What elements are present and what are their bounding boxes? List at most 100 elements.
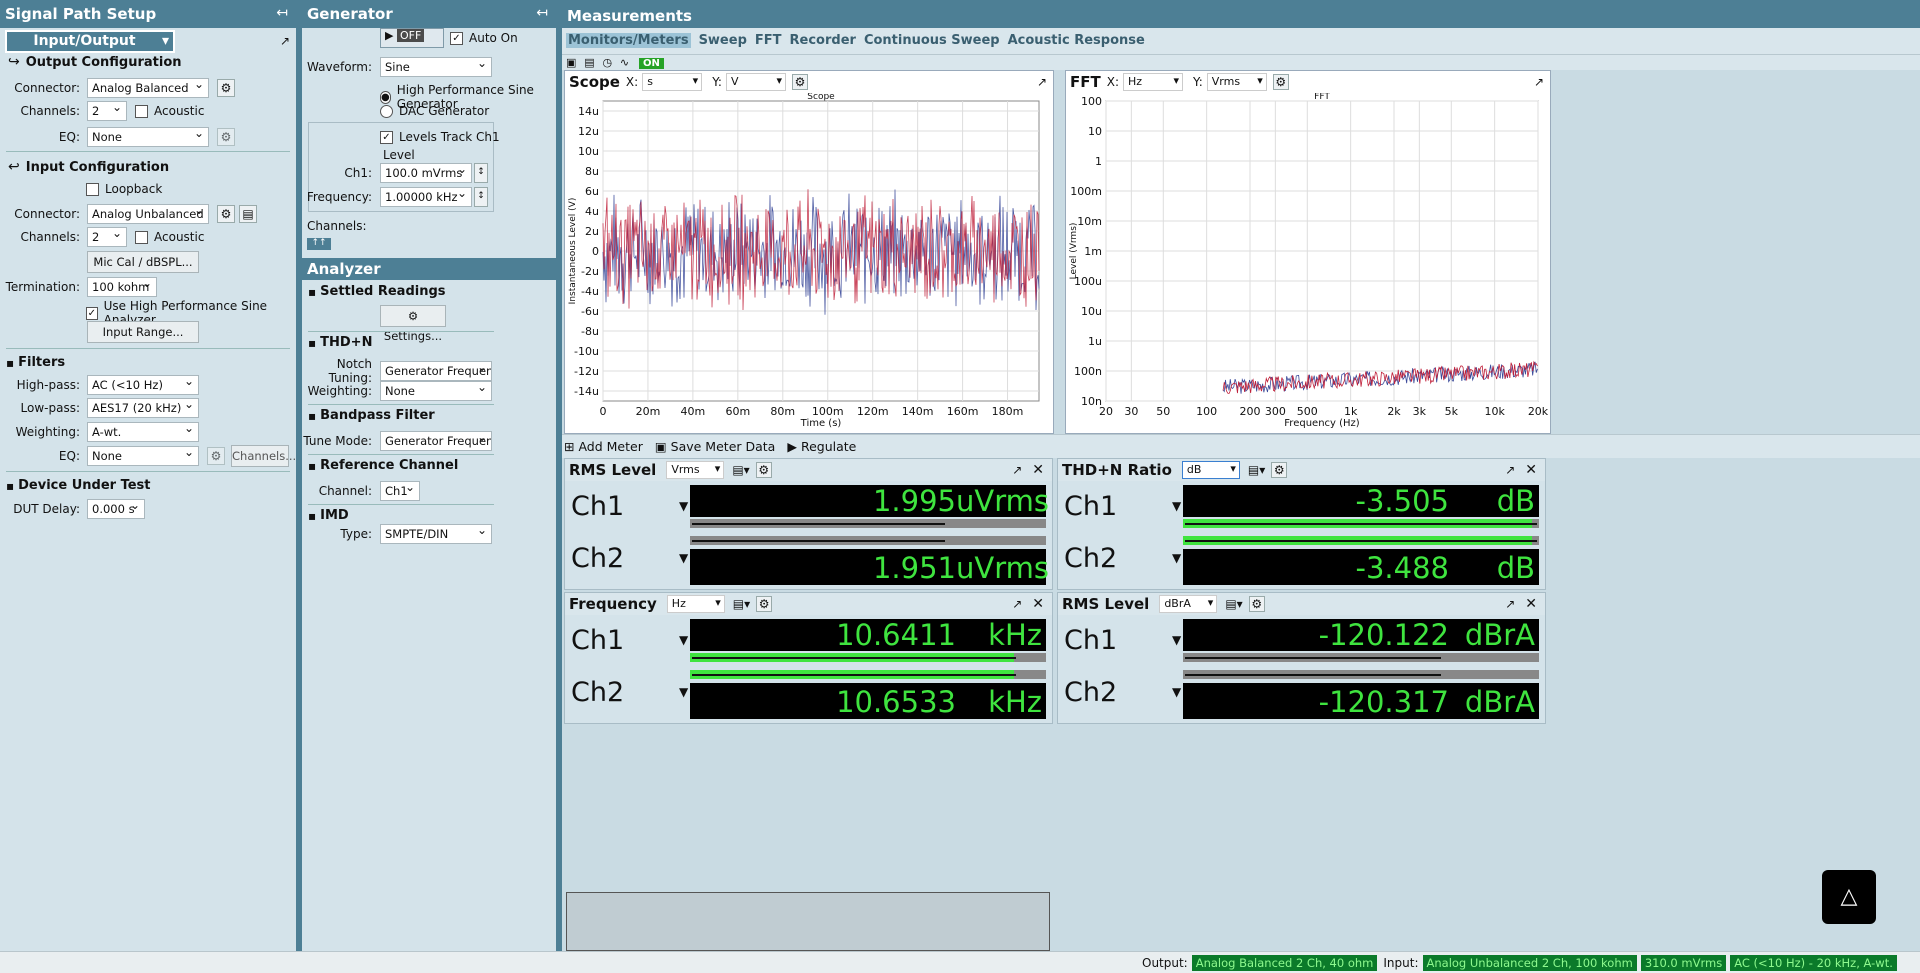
close-icon[interactable]: ✕ [1525,596,1537,612]
loopback-checkbox[interactable] [86,182,99,196]
filter-eq-select[interactable]: None [87,446,199,466]
mode-dropdown[interactable]: Input/Output ▾ [5,30,175,53]
analyzer-weighting-select[interactable]: None [380,381,492,401]
ch1-level-input[interactable]: 100.0 mVrms [380,163,472,183]
popout-icon[interactable]: ↗ [1012,463,1022,477]
chevron-down-icon[interactable]: ▼ [1172,551,1181,565]
pin-icon[interactable]: ↤ [536,5,548,21]
tab-continuous-sweep[interactable]: Continuous Sweep [864,33,1000,48]
gear-icon[interactable]: ⚙ [1271,462,1288,478]
channel-toggle-icons[interactable]: ↑↑ [307,238,331,250]
channels-button[interactable]: Channels... [231,445,296,467]
filter-status[interactable]: AC (<10 Hz) - 20 kHz, A-wt. [1730,955,1897,971]
tab-acoustic-response[interactable]: Acoustic Response [1008,33,1145,48]
input-range-button[interactable]: Input Range... [87,321,199,343]
highpass-select[interactable]: AC (<10 Hz) [87,375,199,395]
chevron-down-icon[interactable]: ▼ [1172,499,1181,513]
close-icon[interactable]: ✕ [1032,462,1044,478]
spin-icon[interactable]: ↕ [474,163,488,183]
fft-y-unit[interactable]: Vrms [1206,73,1267,91]
gear-icon[interactable]: ⚙ [217,128,235,146]
hp-sine-checkbox[interactable]: ✓ [86,306,98,320]
panel-icon[interactable]: ▤ [239,205,257,223]
popout-icon[interactable]: ↗ [1037,75,1047,89]
wave-icon[interactable]: ∿ [620,56,629,69]
lowpass-select[interactable]: AES17 (20 kHz) [87,398,199,418]
save-meter-button[interactable]: ▣ Save Meter Data [655,439,775,454]
imd-type-select[interactable]: SMPTE/DIN [380,524,492,544]
acoustic-checkbox[interactable] [135,230,148,244]
levels-track-checkbox[interactable]: ✓ [380,130,393,144]
tab-monitors-meters[interactable]: Monitors/Meters [566,33,691,48]
gear-icon[interactable]: ⚙ [217,79,235,97]
waveform-select[interactable]: Sine [380,57,492,77]
input-channels-stepper[interactable]: 2 [87,227,127,247]
meter-unit-select[interactable]: dB [1181,461,1240,479]
scope-plot[interactable]: Scope14u12u10u8u6u4u2u0-2u-4u-6u-8u-10u-… [565,92,1053,433]
chart-icon[interactable]: ▤▾ [1248,463,1265,477]
popout-icon[interactable]: ↗ [1505,463,1515,477]
meter-unit-select[interactable]: Hz [666,595,725,613]
close-icon[interactable]: ✕ [1525,462,1537,478]
generator-power-button[interactable]: ▶ OFF [380,28,444,48]
gear-icon[interactable]: ⚙ [207,447,225,465]
add-meter-button[interactable]: ⊞ Add Meter [564,439,643,454]
fft-x-unit[interactable]: Hz [1123,73,1183,91]
spin-icon[interactable]: ↕ [474,187,488,207]
scope-y-unit[interactable]: V [725,73,786,91]
frequency-input[interactable]: 1.00000 kHz [380,187,472,207]
chart-icon[interactable]: ▤▾ [732,463,749,477]
fft-plot[interactable]: FFT100101100m10m1m100u10u1u100n10n20 30 50… [1066,92,1550,433]
input-status[interactable]: Analog Unbalanced 2 Ch, 100 kohm [1422,955,1637,971]
chevron-down-icon[interactable]: ▼ [1172,685,1181,699]
popout-icon[interactable]: ↗ [1534,75,1544,89]
chart-icon[interactable]: ▤▾ [733,597,750,611]
radio-dac[interactable] [380,104,393,118]
level-status[interactable]: 310.0 mVrms [1640,955,1727,971]
auto-on-checkbox[interactable]: ✓ [450,31,463,45]
gear-icon[interactable]: ⚙ [791,74,808,90]
radio-hp-sine[interactable]: ● [380,90,391,104]
tab-fft[interactable]: FFT [755,33,782,48]
tab-recorder[interactable]: Recorder [790,33,856,48]
output-status[interactable]: Analog Balanced 2 Ch, 40 ohm [1191,955,1378,971]
settings-button[interactable]: ⚙ Settings... [380,305,446,343]
scope-x-unit[interactable]: s [642,73,703,91]
chevron-down-icon[interactable]: ▼ [679,551,688,565]
chevron-down-icon[interactable]: ▼ [679,633,688,647]
dut-delay-input[interactable]: 0.000 s [87,499,145,519]
popout-icon[interactable]: ↗ [1012,597,1022,611]
clock-icon[interactable]: ◷ [602,56,612,69]
termination-select[interactable]: 100 kohm [87,277,157,297]
reference-channel-select[interactable]: Ch1 [380,481,420,501]
mic-cal-button[interactable]: Mic Cal / dBSPL... [87,251,199,273]
gear-icon[interactable]: ⚙ [1272,74,1289,90]
tool-icon-1[interactable]: ▣ [566,56,576,69]
gear-icon[interactable]: ⚙ [756,596,773,612]
meter-unit-select[interactable]: dBrA [1159,595,1218,613]
input-connector-select[interactable]: Analog Unbalanced [87,204,209,224]
meter-unit-select[interactable]: Vrms [666,461,725,479]
tool-icon-2[interactable]: ▤ [584,56,594,69]
tab-sweep[interactable]: Sweep [699,33,747,48]
gear-icon[interactable]: ⚙ [1248,596,1265,612]
output-channels-stepper[interactable]: 2 [87,101,127,121]
tune-mode-select[interactable]: Generator Frequency [380,431,492,451]
popout-icon[interactable]: ↗ [280,34,290,48]
on-toggle[interactable]: ON [638,58,664,69]
chevron-down-icon[interactable]: ▼ [1172,633,1181,647]
popout-icon[interactable]: ↗ [1505,597,1515,611]
gear-icon[interactable]: ⚙ [217,205,235,223]
gear-icon[interactable]: ⚙ [755,462,772,478]
weighting-select[interactable]: A-wt. [87,422,199,442]
regulate-button[interactable]: ▶ Regulate [787,439,856,454]
output-connector-select[interactable]: Analog Balanced [87,78,209,98]
close-icon[interactable]: ✕ [1032,596,1044,612]
output-eq-select[interactable]: None [87,127,209,147]
acoustic-checkbox[interactable] [135,104,148,118]
pin-icon[interactable]: ↤ [276,5,288,21]
chevron-down-icon[interactable]: ▼ [679,685,688,699]
chevron-down-icon[interactable]: ▼ [679,499,688,513]
chart-icon[interactable]: ▤▾ [1225,597,1242,611]
notch-tuning-select[interactable]: Generator Frequency [380,361,492,381]
